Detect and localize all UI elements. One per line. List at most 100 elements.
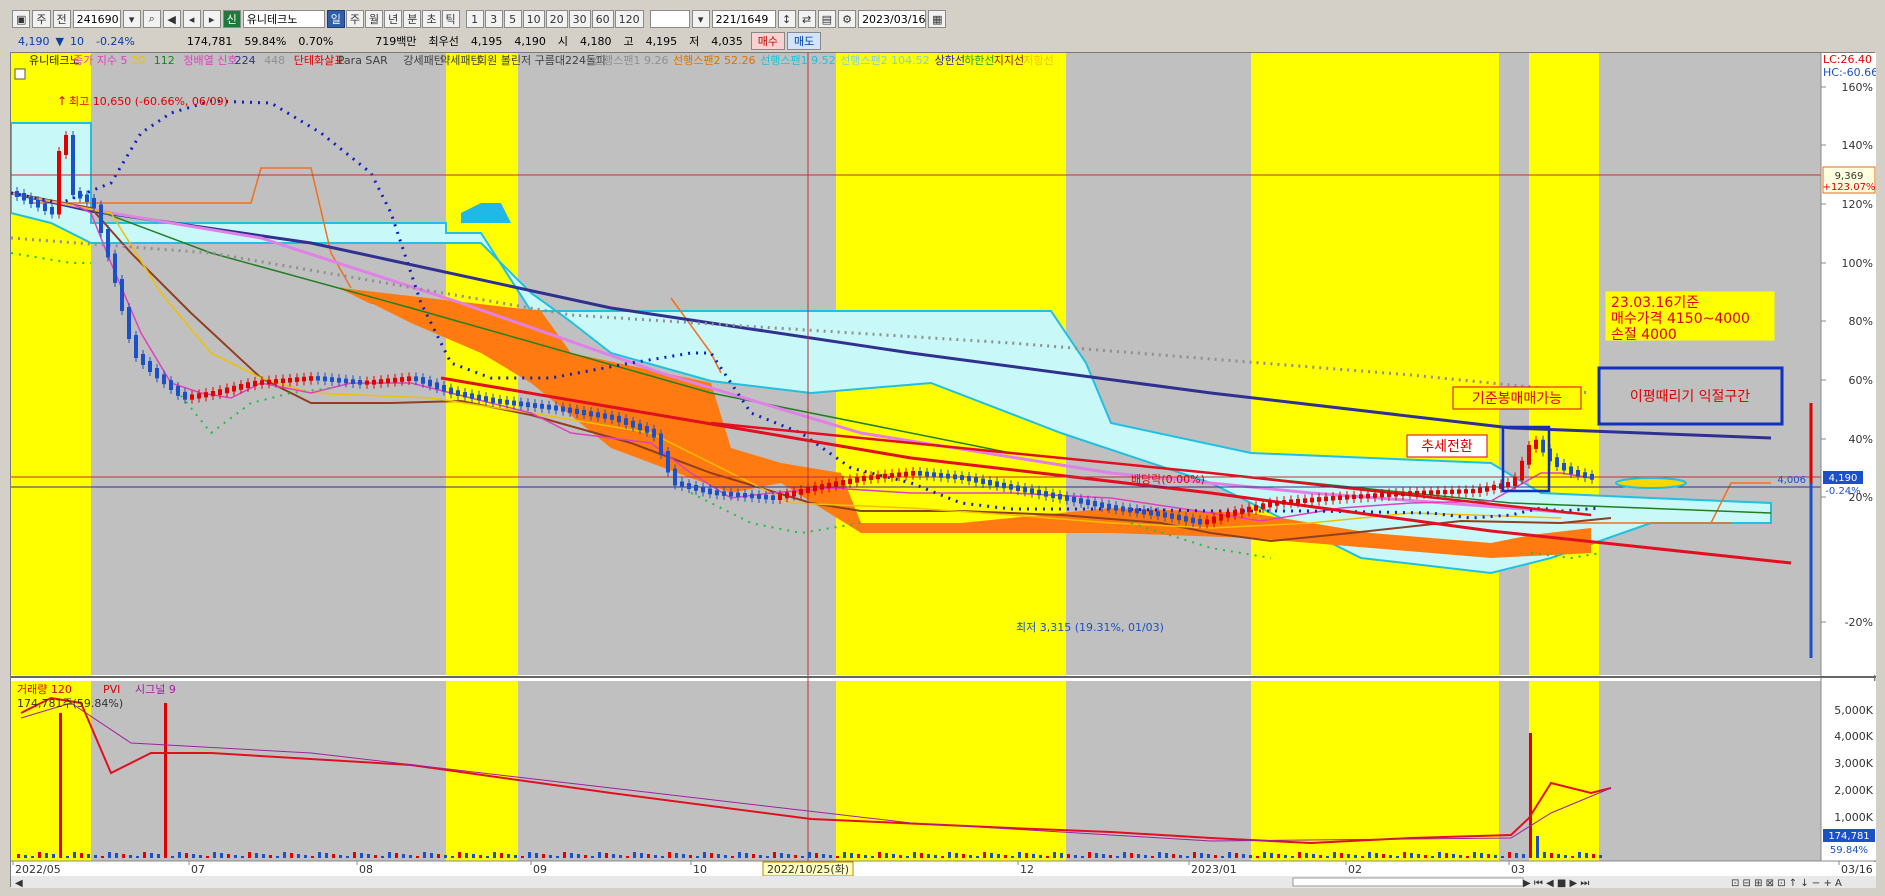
volume-bar <box>276 856 279 858</box>
low-marker: 최저 3,315 (19.31%, 01/03) <box>1016 621 1164 634</box>
range-field[interactable]: 221/1649 <box>711 10 776 28</box>
band-yellow <box>1529 681 1599 861</box>
code-prefix[interactable]: 전 <box>52 10 71 28</box>
gear-icon[interactable]: ⚙ <box>838 10 857 28</box>
best-quote-label: 최우선 <box>428 35 459 48</box>
calendar-icon[interactable]: ▦ <box>928 10 947 28</box>
candle-body <box>925 471 929 477</box>
interval-button[interactable]: 5 <box>503 10 522 28</box>
legend-item: 약세패턴 <box>440 53 480 67</box>
stock-name: 유니테크노 <box>242 10 325 28</box>
volume-value: 174,781주(59.84%) <box>17 697 123 710</box>
candle-body <box>1065 495 1069 501</box>
dropdown-icon[interactable]: ▾ <box>122 10 141 28</box>
volume-bar <box>409 855 412 858</box>
volume-bar <box>675 853 678 858</box>
volume-bar <box>346 856 349 858</box>
interval-button[interactable]: 3 <box>484 10 503 28</box>
legend-item: 20 <box>131 54 145 67</box>
save-icon[interactable]: ▤ <box>817 10 837 28</box>
volume-bar <box>717 854 720 858</box>
candle-body <box>1485 486 1489 492</box>
legend-item: Para SAR <box>338 54 388 67</box>
scrollbar[interactable] <box>11 876 1876 888</box>
scrollbar-thumb[interactable] <box>1292 877 1524 887</box>
candle-body <box>631 420 635 428</box>
volume-bar <box>934 855 937 858</box>
stock-code-input[interactable]: 241690 <box>72 10 121 28</box>
period-tab[interactable]: 년 <box>384 10 403 28</box>
volume-bar <box>1018 852 1021 858</box>
candle-body <box>1282 500 1286 505</box>
interval-button[interactable]: 20 <box>545 10 568 28</box>
x-tick-label: 2023/01 <box>1191 863 1237 876</box>
candle-body <box>1058 494 1062 500</box>
candle-body <box>1492 484 1496 491</box>
x-tick-label: 02 <box>1348 863 1362 876</box>
volume-bar <box>710 853 713 858</box>
candle-body <box>1247 506 1251 513</box>
candle-body <box>365 380 369 385</box>
cursor-date: 2022/10/25(화) <box>767 863 849 876</box>
period-tab[interactable]: 주 <box>345 10 365 28</box>
period-tab[interactable]: 일 <box>326 10 345 28</box>
next-icon[interactable]: ▸ <box>202 10 221 28</box>
interval-button[interactable]: 1 <box>465 10 484 28</box>
spin-icon[interactable]: ↕ <box>777 10 796 28</box>
band-gray <box>1599 53 1821 675</box>
toolbar: ▣ 주 전 241690 ▾ ⌕ ◀ ◂ ▸ 신 유니테크노 일주월년분초틱 1… <box>12 8 1852 30</box>
zoom-icons[interactable]: ⊡ ⊟ ⊞ ⊠ ⊡ ↑ ↓ − + A <box>1731 878 1842 889</box>
volume-bar <box>31 856 34 858</box>
sell-button[interactable]: 매도 <box>787 32 822 50</box>
interval-button[interactable]: 30 <box>568 10 591 28</box>
candle-body <box>113 253 117 283</box>
dropdown-icon[interactable]: ▾ <box>691 10 710 28</box>
volume-bar <box>1165 853 1168 858</box>
interval-button[interactable]: 120 <box>614 10 644 28</box>
period-tab[interactable]: 분 <box>403 10 422 28</box>
volume-bar <box>1060 853 1063 858</box>
candle-body <box>141 354 145 365</box>
candle-body <box>1233 510 1237 516</box>
interval-button[interactable]: 60 <box>591 10 614 28</box>
pct-tick-label: 120% <box>1842 198 1873 211</box>
compare-icon[interactable]: ⇄ <box>797 10 816 28</box>
nav-icons[interactable]: ▶ ⏮ ◀ ■ ▶ ⏭ <box>1523 878 1589 889</box>
period-tab[interactable]: 월 <box>365 10 384 28</box>
candle-body <box>624 418 628 425</box>
chart-area[interactable]: 160% 140% 120% 100% 80% 60% 40% 20% -20% 5,000K 4… <box>10 52 1878 889</box>
volume-bar <box>395 853 398 858</box>
period-tab[interactable]: 틱 <box>441 10 460 28</box>
candle-body <box>428 379 432 387</box>
volume-bar <box>1550 853 1553 858</box>
volume-bar <box>290 853 293 858</box>
scroll-left-icon[interactable]: ◀ <box>15 878 23 889</box>
interval-input[interactable] <box>649 10 690 28</box>
legend-item: 종가 지수 5 <box>73 54 127 67</box>
sound-icon[interactable]: ◀ <box>162 10 181 28</box>
volume-bar <box>1431 856 1434 858</box>
search-icon[interactable]: ⌕ <box>142 10 161 28</box>
chart-svg[interactable]: 160%140%120%100%80%60%40%20%-20% 5,000K4… <box>10 53 1878 889</box>
candle-body <box>729 491 733 497</box>
volume-bar <box>1179 855 1182 858</box>
candle-body <box>225 387 229 394</box>
period-tab[interactable]: 초 <box>422 10 441 28</box>
window-icon[interactable]: ▣ <box>12 10 31 28</box>
volume-bar <box>1599 855 1602 858</box>
volume-bar <box>899 855 902 858</box>
volume-bar <box>1172 854 1175 858</box>
legend-item: 회원 볼린저 구름대224돌파 <box>477 54 606 67</box>
trade-value: 719백만 <box>375 35 417 48</box>
date-field[interactable]: 2023/03/16 <box>858 10 927 28</box>
interval-button[interactable]: 10 <box>522 10 545 28</box>
volume-bar <box>199 855 202 858</box>
volume-bar <box>878 852 881 858</box>
buy-button[interactable]: 매수 <box>750 32 786 50</box>
candle-body <box>1464 489 1468 494</box>
legend-item: 하한선 <box>964 53 994 67</box>
mode-select[interactable]: 주 <box>32 10 51 28</box>
candle-body <box>498 399 502 404</box>
prev-icon[interactable]: ◂ <box>182 10 201 28</box>
volume-bar <box>997 854 1000 858</box>
